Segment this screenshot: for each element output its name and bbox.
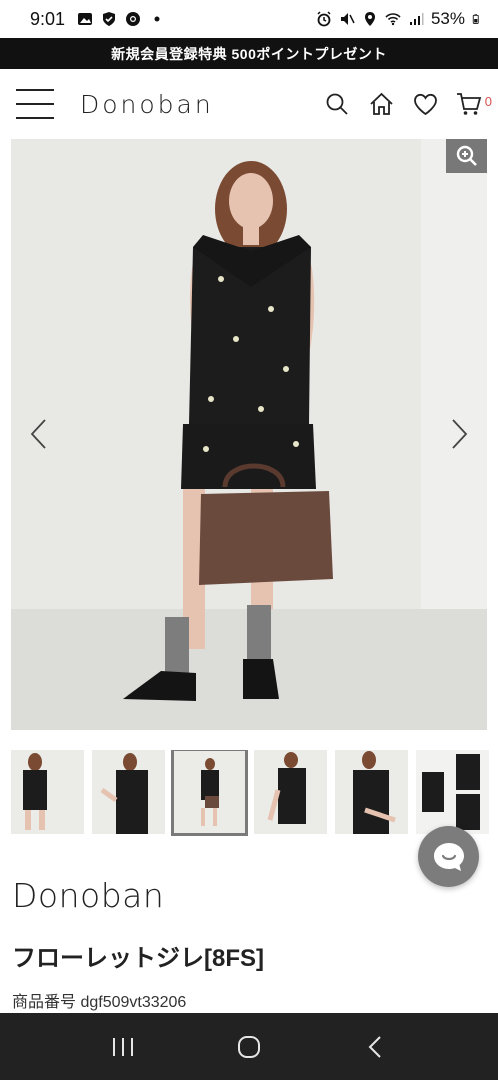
cart-icon	[457, 93, 482, 115]
thumbnail-2[interactable]	[92, 750, 165, 834]
gallery-notification-icon	[78, 13, 93, 25]
home-button[interactable]	[368, 91, 394, 117]
product-brand[interactable]: Donoban	[12, 876, 164, 915]
thumbnail-photo	[335, 750, 408, 834]
menu-icon-line	[16, 103, 54, 105]
chat-button[interactable]	[418, 826, 479, 887]
chevron-left-icon	[30, 419, 46, 449]
gallery-prev-button[interactable]	[23, 414, 53, 454]
thumbnail-photo	[416, 750, 489, 834]
home-circle-icon	[238, 1035, 260, 1058]
zoom-button[interactable]	[446, 139, 487, 173]
alarm-icon	[317, 11, 331, 27]
product-main-image[interactable]	[11, 139, 487, 730]
chevron-right-icon	[452, 419, 468, 449]
thumbnail-5[interactable]	[335, 750, 408, 834]
shield-notification-icon	[103, 12, 116, 26]
thumbnail-6[interactable]	[416, 750, 489, 834]
menu-icon-line	[16, 89, 54, 91]
product-code: 商品番号 dgf509vt33206	[12, 994, 187, 1011]
thumbnail-strip	[11, 750, 498, 838]
thumbnail-photo	[254, 750, 327, 834]
system-nav-bar	[0, 1013, 498, 1080]
product-photo	[11, 139, 487, 730]
home-icon	[369, 92, 393, 115]
battery-icon	[472, 14, 479, 24]
chrome-notification-icon	[126, 12, 141, 26]
battery-percent: 53%	[430, 9, 465, 28]
status-time: 9:01	[30, 8, 66, 29]
thumbnail-photo	[92, 750, 165, 834]
thumbnail-4[interactable]	[254, 750, 327, 834]
chat-bubble-icon	[433, 842, 464, 871]
search-button[interactable]	[324, 91, 350, 117]
dot-notification-icon	[154, 16, 160, 22]
recent-apps-icon	[113, 1037, 133, 1056]
heart-icon	[413, 93, 437, 115]
thumbnail-3-selected[interactable]	[171, 750, 248, 836]
thumbnail-1[interactable]	[11, 750, 84, 834]
thumbnail-photo	[11, 750, 84, 834]
location-icon	[364, 12, 375, 26]
status-bar: 9:01 53%	[0, 0, 498, 38]
promo-banner[interactable]: 新規会員登録特典 500ポイントプレゼント	[0, 38, 498, 69]
zoom-icon	[456, 145, 477, 166]
cart-count-badge: 0	[484, 94, 492, 109]
product-title: フローレットジレ[8FS]	[12, 945, 264, 972]
search-icon	[326, 93, 348, 115]
home-nav-button[interactable]	[229, 1027, 269, 1067]
gallery-next-button[interactable]	[445, 414, 475, 454]
thumbnail-photo	[173, 750, 246, 834]
cart-button[interactable]: 0	[456, 91, 492, 117]
back-chevron-icon	[368, 1035, 381, 1058]
signal-icon	[409, 13, 424, 25]
recent-apps-button[interactable]	[103, 1027, 143, 1067]
menu-icon-line	[16, 117, 54, 119]
mute-icon	[340, 13, 355, 25]
back-button[interactable]	[355, 1027, 395, 1067]
wifi-icon	[385, 13, 401, 26]
site-header: Donoban 0	[0, 69, 498, 139]
promo-text: 新規会員登録特典 500ポイントプレゼント	[111, 45, 387, 62]
menu-button[interactable]	[16, 89, 54, 119]
site-logo[interactable]: Donoban	[80, 90, 214, 119]
wishlist-button[interactable]	[412, 91, 438, 117]
